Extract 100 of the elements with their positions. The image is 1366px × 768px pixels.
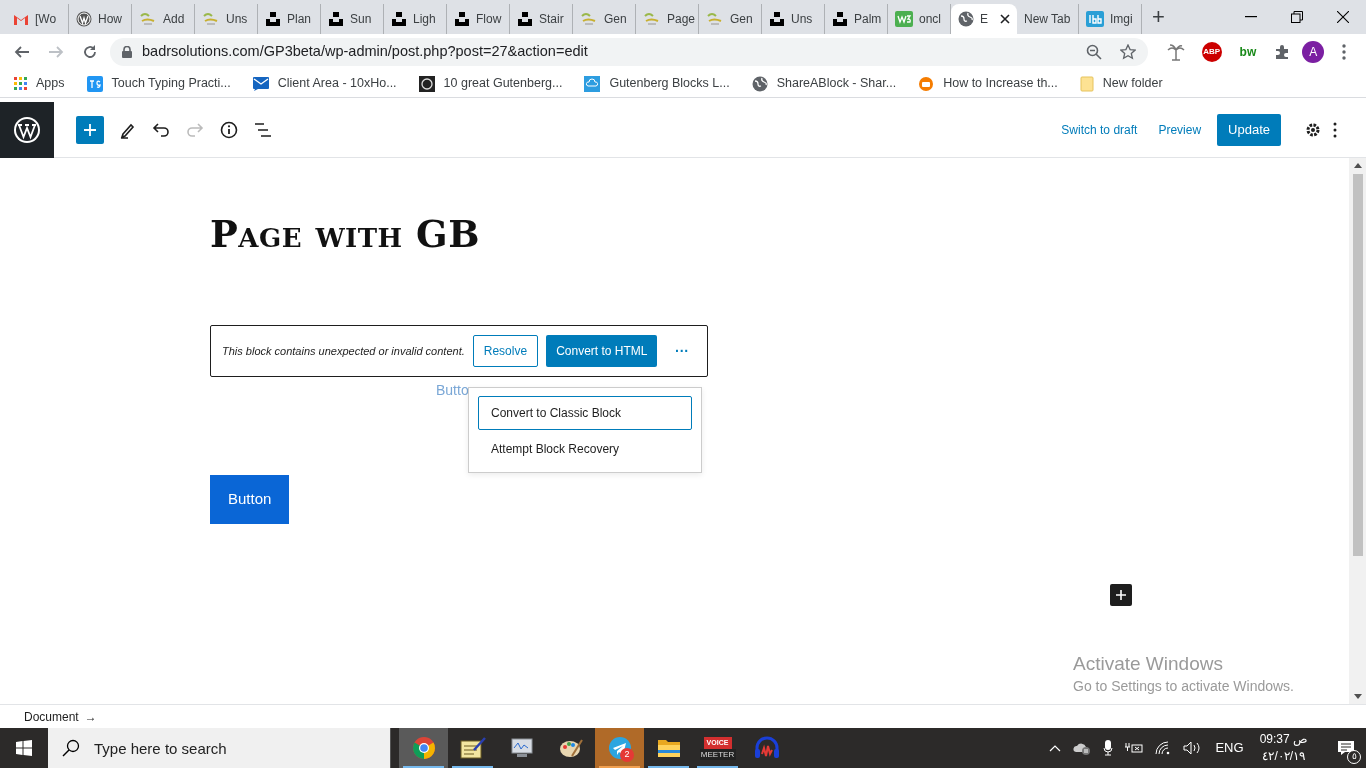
clock-time[interactable]: 09:37 ص	[1259, 731, 1308, 748]
bookmark[interactable]: Apps	[14, 74, 65, 93]
close-icon[interactable]	[1000, 14, 1010, 24]
chrome-icon	[411, 736, 436, 760]
add-block-icon[interactable]	[1110, 584, 1132, 606]
logo-icon	[580, 12, 598, 26]
update-button[interactable]: Update	[1217, 113, 1281, 146]
tab-title: Palm	[854, 11, 882, 28]
bookmark[interactable]: Client Area - 10xHo...	[252, 74, 397, 93]
menu-item[interactable]: Attempt Block Recovery	[478, 432, 692, 466]
activation-title: Activate Windows	[1073, 652, 1224, 676]
logo-icon	[706, 12, 724, 26]
tab-title: Gen	[730, 11, 753, 28]
menu-item[interactable]: Convert to Classic Block	[478, 396, 692, 430]
convert-to-html-button[interactable]: Convert to HTML	[546, 335, 658, 367]
bookmark[interactable]: How to Increase th...	[918, 74, 1058, 93]
blocks-icon	[769, 11, 785, 27]
tab-title: [Wo	[35, 11, 57, 28]
star-icon[interactable]	[1119, 44, 1136, 60]
blocks-icon	[328, 11, 344, 27]
ts-icon	[86, 75, 103, 92]
wifi-icon[interactable]	[1155, 741, 1172, 755]
resolve-button[interactable]: Resolve	[472, 335, 539, 367]
blocks-icon	[265, 11, 281, 27]
more-actions-button[interactable]: ···	[675, 340, 689, 362]
logo-icon	[139, 12, 157, 26]
cloud-paused-icon[interactable]	[1073, 741, 1092, 755]
plus-icon	[1115, 589, 1127, 601]
new-tab-button[interactable]: +	[1152, 6, 1165, 28]
arrow-text: →	[84, 708, 97, 726]
globe-icon	[958, 11, 974, 27]
tab-title: Uns	[791, 11, 813, 28]
chevron-up-icon[interactable]	[1049, 744, 1062, 752]
notification-center[interactable]: ٥	[1326, 728, 1366, 768]
browser-tab[interactable]: E	[951, 4, 1017, 34]
logo-icon	[643, 12, 661, 26]
scrollbar[interactable]	[1349, 158, 1366, 704]
mail-icon	[252, 76, 269, 91]
add-block-button[interactable]	[76, 115, 104, 144]
chat-icon	[918, 75, 935, 92]
bookmark[interactable]: New folder	[1079, 74, 1163, 93]
apps-icon	[14, 77, 27, 90]
button-block[interactable]: Button	[210, 475, 290, 524]
extension-badge[interactable]: ABP	[1201, 42, 1222, 62]
notification-count: ٥	[1347, 750, 1361, 764]
tab-title: Gen	[604, 11, 627, 28]
battery-plug-icon[interactable]	[1125, 742, 1144, 754]
notebook-icon	[459, 736, 486, 760]
tab-title: Add	[163, 11, 185, 28]
tab-title: New Tab	[1024, 11, 1071, 28]
dark-square-icon	[418, 75, 435, 92]
tab-title: oncl	[919, 11, 941, 28]
logo-icon	[202, 12, 220, 26]
tab-title: Imgi	[1110, 11, 1133, 28]
tab-title: Ligh	[413, 11, 436, 28]
tab-title: Page	[667, 11, 696, 28]
bookmark[interactable]: 10 great Gutenberg...	[418, 74, 563, 93]
bookmark[interactable]: Touch Typing Practi...	[86, 74, 231, 93]
microphone-icon[interactable]	[1103, 740, 1114, 756]
tab-title: Flow	[476, 11, 502, 28]
notification-count: 2	[620, 748, 634, 762]
post-title[interactable]: Page with GB	[210, 216, 1349, 253]
w3-icon	[895, 11, 913, 27]
scroll-up-icon[interactable]	[1353, 163, 1362, 168]
activation-subtitle: Go to Settings to activate Windows.	[1073, 677, 1294, 696]
bookmark[interactable]: ShareABlock - Shar...	[751, 74, 897, 93]
search-field[interactable]: Type here to search	[48, 728, 391, 768]
breadcrumb-link[interactable]: Document	[24, 707, 79, 726]
tab-title: Plan	[287, 11, 312, 28]
monitor-icon	[509, 736, 534, 760]
tab-title: Sun	[350, 11, 372, 28]
extension-label[interactable]: bw	[1239, 43, 1257, 61]
switch-to-draft-link[interactable]: Switch to draft	[1061, 120, 1138, 139]
bookmark[interactable]: Gutenberg Blocks L...	[584, 74, 730, 93]
folder-icon	[656, 737, 681, 759]
plus-icon	[83, 122, 97, 137]
globe-icon	[751, 75, 768, 92]
clock-date[interactable]: ٤٢/٠٢/١٩	[1262, 748, 1306, 765]
cloud-icon	[584, 75, 601, 92]
blocks-icon	[832, 11, 848, 27]
tab-title: Uns	[226, 11, 248, 28]
tab-title: E	[980, 11, 988, 28]
preview-link[interactable]: Preview	[1158, 120, 1202, 139]
tab-title: How	[98, 11, 122, 28]
taskbar-app[interactable]: 2	[595, 728, 644, 768]
profile-avatar[interactable]: A	[1302, 41, 1324, 63]
search-icon	[62, 739, 80, 757]
language-indicator[interactable]: ENG	[1215, 738, 1244, 758]
meeter-label: MEETER	[699, 748, 736, 760]
wordpress-logo[interactable]	[0, 101, 54, 158]
scroll-down-icon[interactable]	[1353, 694, 1362, 699]
scrollbar-thumb[interactable]	[1352, 174, 1363, 556]
headphones-icon	[753, 736, 780, 760]
lock-icon	[122, 46, 132, 58]
image-icon	[1086, 11, 1104, 27]
url-text: badrsolutions.com/GP3beta/wp-admin/post.php?post=27&action=edit	[142, 42, 588, 62]
zoom-out-icon[interactable]	[1085, 44, 1102, 60]
address-bar[interactable]: badrsolutions.com/GP3beta/wp-admin/post.php?post=27&action=edit	[110, 38, 1148, 66]
blocks-icon	[391, 11, 407, 27]
blocks-icon	[454, 11, 470, 27]
